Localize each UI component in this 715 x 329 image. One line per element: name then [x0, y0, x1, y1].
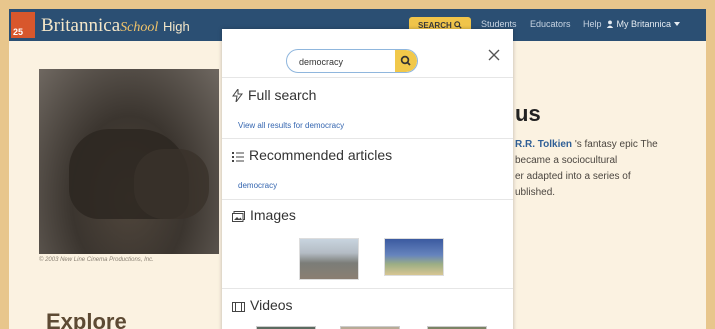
image-icon [232, 211, 245, 222]
image-thumbnail[interactable] [384, 238, 444, 276]
search-box [286, 49, 418, 73]
recommended-heading: Recommended articles [232, 147, 392, 163]
full-search-heading-text: Full search [248, 87, 317, 103]
full-search-heading: Full search [232, 87, 316, 103]
article-hero-image [39, 69, 219, 254]
nav-educators[interactable]: Educators [530, 19, 571, 29]
search-icon [400, 55, 411, 66]
nav-students[interactable]: Students [481, 19, 517, 29]
explore-heading: Explore [46, 309, 127, 329]
search-input[interactable] [297, 53, 396, 70]
recommended-heading-text: Recommended articles [249, 147, 393, 163]
divider [222, 199, 513, 200]
list-icon [232, 152, 244, 162]
lightning-icon [232, 87, 243, 103]
caret-down-icon [673, 22, 680, 26]
site-brand[interactable]: BritannicaSchool High [41, 15, 190, 37]
brand-school: School [120, 20, 159, 35]
close-button[interactable] [485, 48, 503, 66]
brand-name: Britannica [41, 15, 121, 36]
britannica-logo[interactable]: 25 [11, 12, 35, 38]
nav-my-britannica[interactable]: My Britannica [606, 19, 680, 29]
intro-line2: became a sociocultural [515, 155, 618, 166]
user-icon [606, 20, 614, 28]
search-icon [454, 21, 462, 29]
search-panel: Full search View all results for democra… [222, 29, 513, 329]
article-title-text: us [515, 101, 541, 126]
page-frame: 25 BritannicaSchool High SEARCH Students… [9, 9, 706, 329]
mumakil-shape-2 [134, 149, 209, 219]
article-intro: R.R. Tolkien 's fantasy epic The became … [515, 137, 695, 201]
article-title: us [515, 101, 541, 127]
intro-line4: ublished. [515, 187, 556, 198]
divider [222, 138, 513, 139]
logo-number: 25 [13, 27, 24, 37]
view-all-results-link[interactable]: View all results for democracy [238, 121, 344, 130]
brand-level: High [163, 19, 190, 34]
intro-line1: 's fantasy epic The [572, 139, 658, 150]
images-heading-text: Images [250, 207, 296, 223]
images-heading: Images [232, 207, 296, 223]
recommended-article-link[interactable]: democracy [238, 181, 277, 190]
close-icon [488, 49, 500, 61]
intro-line3: er adapted into a series of [515, 171, 631, 182]
divider [222, 288, 513, 289]
videos-heading-text: Videos [250, 297, 293, 313]
divider [222, 77, 513, 78]
film-icon [232, 302, 245, 312]
author-link[interactable]: R.R. Tolkien [515, 139, 572, 150]
image-caption: © 2003 New Line Cinema Productions, Inc. [39, 257, 154, 263]
nav-help[interactable]: Help [583, 19, 602, 29]
image-thumbnail[interactable] [299, 238, 359, 280]
search-submit-button[interactable] [395, 50, 417, 72]
nav-my-britannica-label: My Britannica [616, 19, 672, 29]
videos-heading: Videos [232, 297, 293, 313]
